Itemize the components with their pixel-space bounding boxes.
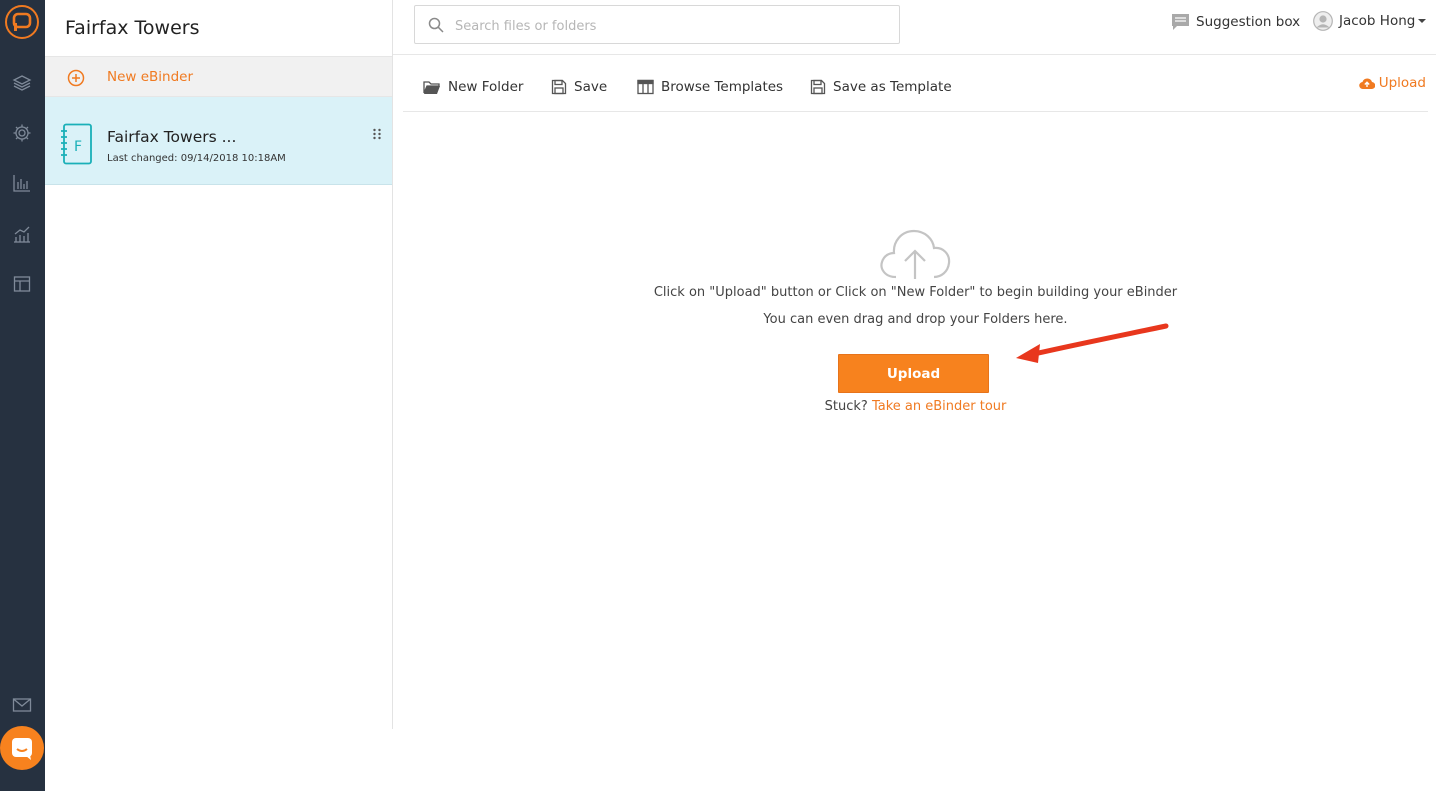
comment-icon <box>1172 14 1189 30</box>
stuck-help-text: Stuck? Take an eBinder tour <box>403 399 1428 414</box>
search-box[interactable] <box>414 5 900 44</box>
folder-open-icon <box>423 80 440 94</box>
top-bar: Suggestion box Jacob Hong <box>393 0 1436 55</box>
save-as-template-label: Save as Template <box>833 79 952 95</box>
app-logo-icon[interactable] <box>5 5 39 39</box>
binder-initial: F <box>74 139 82 155</box>
template-icon[interactable] <box>11 273 33 295</box>
new-ebinder-button[interactable]: New eBinder <box>45 56 392 97</box>
binder-toolbar: New Folder Save Browse Templates Save as… <box>403 62 1428 112</box>
empty-state-drag-hint: You can even drag and drop your Folders … <box>763 312 1068 327</box>
ebinder-tour-link[interactable]: Take an eBinder tour <box>872 399 1006 414</box>
binder-name: Fairfax Towers ... <box>107 128 237 146</box>
plus-circle-icon <box>67 69 85 91</box>
chat-icon[interactable] <box>0 726 44 770</box>
cloud-upload-icon <box>878 225 952 285</box>
user-name: Jacob Hong <box>1339 13 1416 29</box>
save-button[interactable]: Save <box>551 77 607 97</box>
chevron-down-icon <box>1418 19 1427 23</box>
suggestion-box-label: Suggestion box <box>1196 14 1301 30</box>
mail-icon[interactable] <box>11 694 33 716</box>
binder-icon: F <box>59 123 93 169</box>
new-folder-label: New Folder <box>448 79 524 95</box>
user-avatar-icon <box>1313 11 1333 31</box>
stuck-prefix: Stuck? <box>824 399 868 414</box>
new-folder-button[interactable]: New Folder <box>423 77 523 97</box>
toolbar-upload-label: Upload <box>1378 75 1426 91</box>
user-menu[interactable]: Jacob Hong <box>1313 11 1427 31</box>
floppy-disk-icon <box>810 79 826 95</box>
save-label: Save <box>574 79 608 95</box>
binder-panel: Fairfax Towers New eBinder F Fairfax Tow… <box>45 0 393 729</box>
empty-state-instruction: Click on "Upload" button or Click on "Ne… <box>653 285 1178 300</box>
suggestion-box-button[interactable]: Suggestion box <box>1171 12 1300 32</box>
gear-icon[interactable] <box>11 122 33 144</box>
new-ebinder-label: New eBinder <box>107 69 194 85</box>
search-icon <box>428 17 444 37</box>
app-rail <box>0 0 45 791</box>
bar-chart-icon[interactable] <box>11 172 33 194</box>
cloud-upload-icon <box>1358 78 1375 89</box>
panel-title: Fairfax Towers <box>65 17 200 39</box>
browse-templates-label: Browse Templates <box>661 79 784 95</box>
search-input[interactable] <box>453 15 887 37</box>
binder-last-changed: Last changed: 09/14/2018 10:18AM <box>107 153 286 164</box>
floppy-disk-icon <box>551 79 567 95</box>
layers-icon[interactable] <box>11 72 33 94</box>
growth-chart-icon[interactable] <box>11 223 33 245</box>
browse-templates-button[interactable]: Browse Templates <box>637 77 783 97</box>
toolbar-upload-button[interactable]: Upload <box>1358 75 1426 91</box>
drag-handle-icon[interactable] <box>372 125 382 140</box>
annotation-arrow <box>1008 318 1172 370</box>
template-grid-icon <box>637 79 654 95</box>
upload-button[interactable]: Upload <box>838 354 989 393</box>
save-as-template-button[interactable]: Save as Template <box>810 77 952 97</box>
binder-list-item[interactable]: F Fairfax Towers ... Last changed: 09/14… <box>45 97 392 185</box>
